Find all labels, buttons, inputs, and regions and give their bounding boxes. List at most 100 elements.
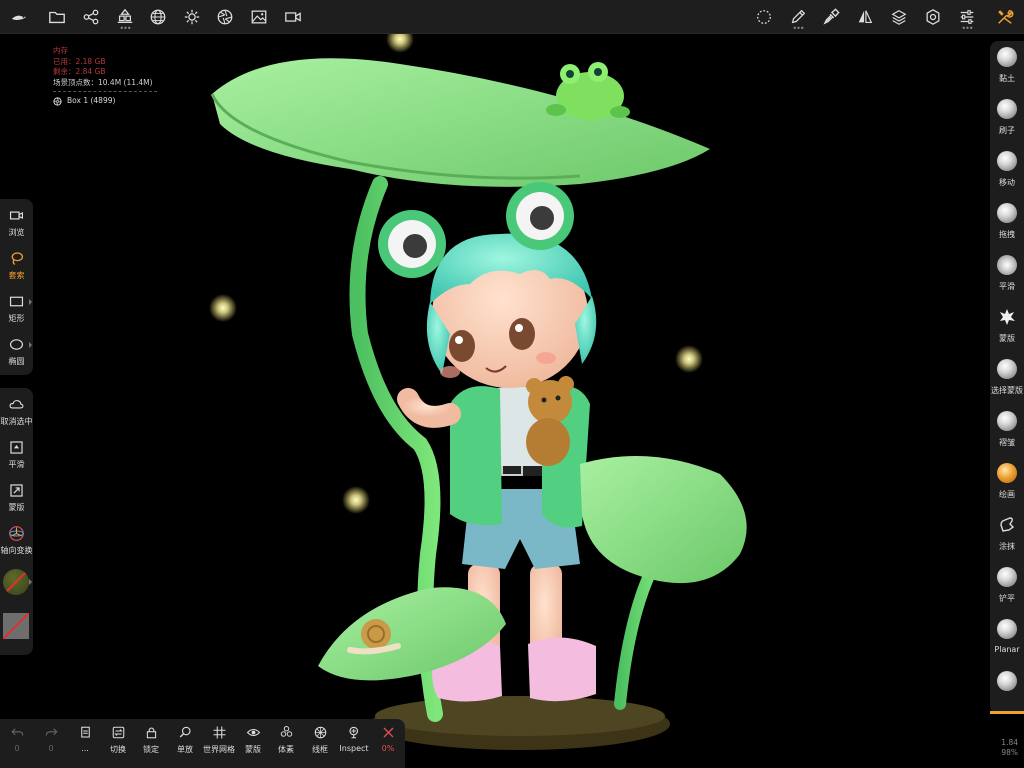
- selection-circle-icon[interactable]: [751, 4, 777, 30]
- drag-brush-icon: [997, 203, 1017, 223]
- world-grid-button[interactable]: 世界网格: [202, 723, 236, 765]
- brush-smudge[interactable]: 涂抹: [990, 509, 1024, 561]
- close-progress-button[interactable]: 0%: [371, 723, 405, 765]
- memory-title: 内存: [53, 46, 68, 55]
- video-camera-icon[interactable]: [280, 4, 306, 30]
- brush-clay-label: 黏土: [999, 74, 1015, 83]
- firefly-glow: [342, 486, 370, 514]
- globe-mesh-icon[interactable]: [145, 4, 171, 30]
- share-nodes-icon[interactable]: [78, 4, 104, 30]
- brush-flatten-label: 铲平: [999, 594, 1015, 603]
- smudge-finger-icon: [1000, 517, 1015, 532]
- brush-more[interactable]: [990, 665, 1024, 717]
- camera-aperture-icon[interactable]: [212, 4, 238, 30]
- switch-label: 切换: [110, 745, 126, 754]
- memory-used: 已用：2.18 GB: [53, 56, 106, 66]
- sliders-icon[interactable]: •••: [954, 4, 980, 33]
- wireframe-sphere-icon: [314, 726, 326, 739]
- brush-clay[interactable]: 黏土: [990, 41, 1024, 93]
- brush-select-mask[interactable]: 选择蒙版: [990, 353, 1024, 405]
- undo-button[interactable]: 0: [0, 723, 34, 765]
- smooth-brush-icon: [997, 255, 1017, 275]
- clay-brush-icon: [997, 47, 1017, 67]
- voxel-label: 体素: [278, 745, 294, 754]
- sun-light-icon[interactable]: [179, 4, 205, 30]
- brush-paint-label: 绘画: [999, 490, 1015, 499]
- action-mask-label: 蒙版: [8, 503, 25, 512]
- app-logo-icon[interactable]: [6, 4, 32, 30]
- settings-gear-icon[interactable]: [920, 4, 946, 30]
- tool-browse[interactable]: 浏览: [0, 202, 33, 242]
- mask-box-icon: [10, 484, 23, 497]
- brush-move[interactable]: 移动: [990, 145, 1024, 197]
- left-selection-panel: 浏览 套索 矩形 椭圆: [0, 199, 33, 375]
- brush-planar[interactable]: Planar: [990, 613, 1024, 665]
- redo-icon: [45, 728, 58, 736]
- lasso-icon: [11, 252, 24, 265]
- selected-object-row[interactable]: Box 1 (4899): [53, 96, 157, 107]
- layers-icon[interactable]: [886, 4, 912, 30]
- tools-wrench-icon[interactable]: [992, 4, 1018, 30]
- action-axis-transform[interactable]: 轴向变换: [0, 520, 33, 560]
- brush-mask[interactable]: 蒙版: [990, 301, 1024, 353]
- wireframe-button[interactable]: 线框: [303, 723, 337, 765]
- object-aperture-icon: [53, 97, 62, 106]
- image-icon[interactable]: [246, 4, 272, 30]
- more-menu-button[interactable]: ...: [68, 723, 102, 765]
- tool-ellipse[interactable]: 椭圆: [0, 331, 33, 371]
- no-color-slash-icon: [4, 570, 28, 594]
- info-divider: [53, 91, 157, 92]
- pen-stroke-icon[interactable]: •••: [785, 4, 811, 33]
- brush-smudge-label: 涂抹: [999, 542, 1015, 551]
- tool-ellipse-label: 椭圆: [8, 357, 25, 366]
- paint-brush-icon: [997, 463, 1017, 483]
- action-smooth-label: 平滑: [8, 460, 25, 469]
- tool-lasso[interactable]: 套索: [0, 245, 33, 285]
- tool-browse-label: 浏览: [8, 228, 25, 237]
- voxel-button[interactable]: 体素: [269, 723, 303, 765]
- solo-label: 单放: [177, 745, 193, 754]
- mask-visibility-button[interactable]: 蒙版: [236, 723, 270, 765]
- tool-rectangle-label: 矩形: [8, 314, 25, 323]
- inspect-search-icon: [348, 726, 358, 739]
- symmetry-icon[interactable]: [852, 4, 878, 30]
- action-deselect[interactable]: 取消选中: [0, 391, 33, 431]
- bottom-toolbar: 0 0 ... 切换 锁定 单放 世界网格 蒙版 体素 线框 Inspect 0…: [0, 719, 405, 768]
- brush-paint[interactable]: 绘画: [990, 457, 1024, 509]
- brush-brush[interactable]: 刷子: [990, 93, 1024, 145]
- grid-hash-icon: [213, 726, 225, 739]
- scene-hierarchy-icon[interactable]: •••: [112, 4, 138, 33]
- standard-brush-icon: [997, 99, 1017, 119]
- action-smooth[interactable]: 平滑: [0, 434, 33, 474]
- viewport-3d-scene[interactable]: [150, 34, 830, 750]
- inspect-button[interactable]: Inspect: [337, 723, 371, 765]
- cloud-icon: [9, 400, 24, 409]
- lotus-leaf-right: [580, 456, 747, 584]
- brush-drag[interactable]: 拖拽: [990, 197, 1024, 249]
- redo-button[interactable]: 0: [34, 723, 68, 765]
- more-dots-icon: •••: [961, 24, 973, 33]
- folder-icon[interactable]: [44, 4, 70, 30]
- caret-right-icon: [29, 579, 32, 585]
- voxel-cubes-icon: [280, 726, 292, 737]
- brush-smooth[interactable]: 平滑: [990, 249, 1024, 301]
- switch-button[interactable]: 切换: [101, 723, 135, 765]
- action-mask[interactable]: 蒙版: [0, 477, 33, 517]
- color-swatch-secondary[interactable]: [3, 613, 29, 639]
- move-brush-icon: [997, 151, 1017, 171]
- brush-brush-label: 刷子: [999, 126, 1015, 135]
- left-action-panel: 取消选中 平滑 蒙版 轴向变换: [0, 388, 33, 655]
- tool-rectangle[interactable]: 矩形: [0, 288, 33, 328]
- panel-scroll-accent: [990, 711, 1024, 714]
- lock-button[interactable]: 锁定: [134, 723, 168, 765]
- brush-flatten[interactable]: 铲平: [990, 561, 1024, 613]
- color-swatch-primary[interactable]: [3, 569, 29, 595]
- brush-crease[interactable]: 褶皱: [990, 405, 1024, 457]
- rectangle-icon: [9, 296, 24, 307]
- solo-button[interactable]: 单放: [168, 723, 202, 765]
- inspect-label: Inspect: [339, 744, 369, 753]
- performance-readout: 1.84 98%: [1001, 738, 1018, 758]
- eyedropper-icon[interactable]: [818, 4, 844, 30]
- brush-crease-label: 褶皱: [999, 438, 1015, 447]
- mask-splat-icon: [1000, 309, 1015, 325]
